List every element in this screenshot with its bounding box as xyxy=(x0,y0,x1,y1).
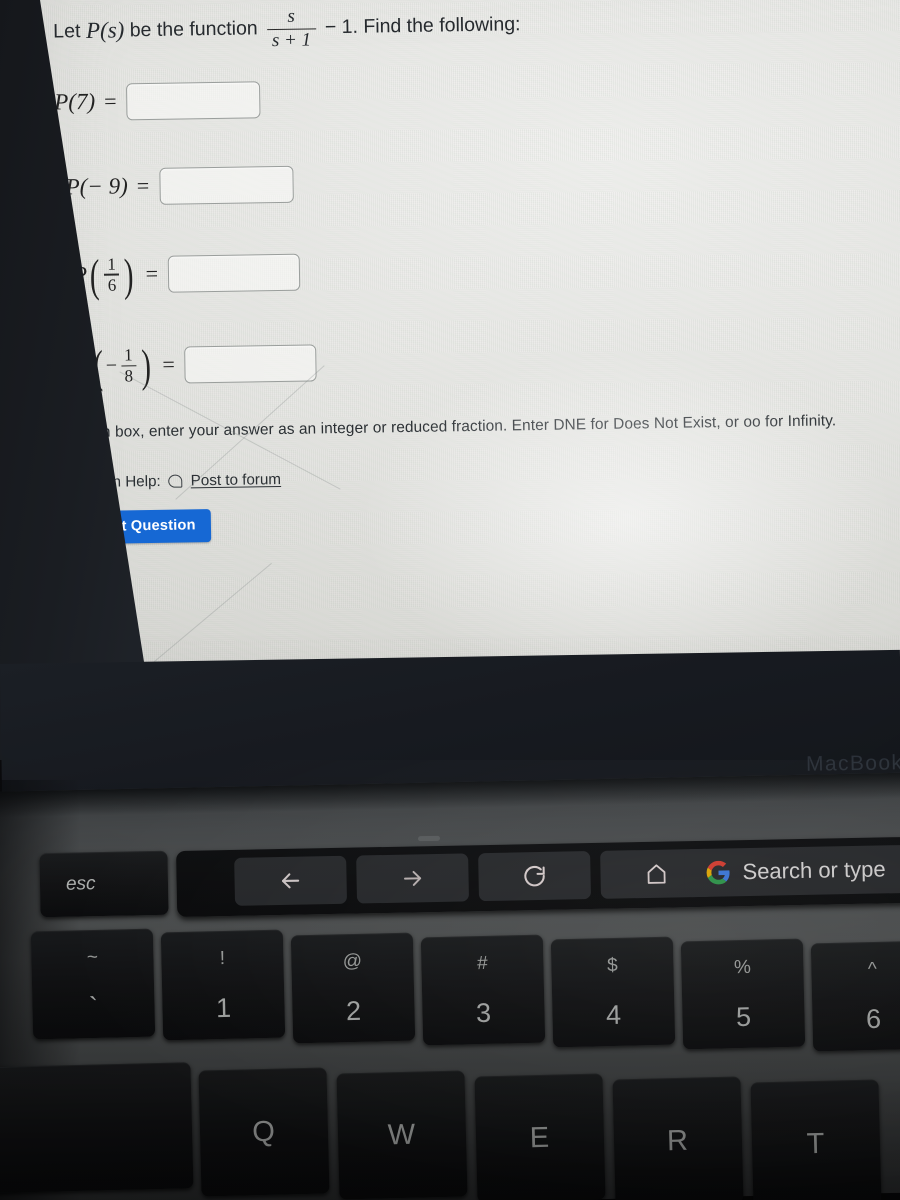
key-3[interactable]: # 3 xyxy=(420,934,546,1046)
key-3-shift-label: # xyxy=(476,953,488,975)
key-w[interactable]: W xyxy=(336,1070,468,1200)
back-button[interactable] xyxy=(234,855,348,906)
key-t-label: T xyxy=(806,1127,826,1160)
key-3-label: 3 xyxy=(475,997,492,1029)
key-e-label: E xyxy=(529,1121,551,1154)
touchbar-search-text: Search or type xyxy=(742,856,886,885)
key-1-shift-label: ! xyxy=(219,948,226,970)
key-6[interactable]: ^ 6 xyxy=(810,940,900,1052)
arrow-right-icon xyxy=(399,865,425,891)
key-t[interactable]: T xyxy=(750,1079,882,1200)
key-q[interactable]: Q xyxy=(198,1067,330,1197)
touchbar-search-field[interactable]: Search or type xyxy=(684,840,900,898)
google-g-icon xyxy=(706,860,730,885)
key-5-shift-label: % xyxy=(733,957,752,979)
key-4-shift-label: $ xyxy=(606,955,618,977)
key-2-label: 2 xyxy=(345,995,362,1027)
key-tab[interactable]: ab xyxy=(0,1062,194,1196)
key-4-label: 4 xyxy=(605,999,622,1031)
key-backtick-label: ` xyxy=(88,991,99,1022)
photo-of-laptop-screen: Let P(s) be the function s s + 1 − 1. Fi… xyxy=(0,0,900,1200)
key-w-label: W xyxy=(387,1118,417,1151)
key-1[interactable]: ! 1 xyxy=(160,929,286,1041)
key-5-label: 5 xyxy=(735,1001,752,1033)
key-r[interactable]: R xyxy=(612,1076,744,1200)
keyboard-keys: esc ~ ` ! 1 @ 2 # 3 $ 4 % 5 ^ 6 Q W E R … xyxy=(0,0,900,1200)
key-backtick[interactable]: ~ ` xyxy=(30,928,156,1040)
key-5[interactable]: % 5 xyxy=(680,938,806,1050)
reload-icon xyxy=(521,863,547,889)
key-e[interactable]: E xyxy=(474,1073,606,1200)
key-6-label: 6 xyxy=(865,1003,882,1035)
key-6-shift-label: ^ xyxy=(867,959,878,981)
key-1-label: 1 xyxy=(215,992,232,1024)
home-icon xyxy=(644,862,668,886)
key-q-label: Q xyxy=(251,1115,277,1148)
key-backtick-shift-label: ~ xyxy=(86,947,99,969)
key-r-label: R xyxy=(666,1124,690,1157)
key-2-shift-label: @ xyxy=(342,951,363,973)
key-esc-label: esc xyxy=(65,873,96,895)
forward-button[interactable] xyxy=(356,853,470,904)
arrow-left-icon xyxy=(277,868,303,894)
key-4[interactable]: $ 4 xyxy=(550,936,676,1048)
key-2[interactable]: @ 2 xyxy=(290,932,416,1044)
key-esc[interactable]: esc xyxy=(39,850,169,918)
reload-button[interactable] xyxy=(478,851,591,902)
touch-bar: Search or type xyxy=(176,836,900,917)
